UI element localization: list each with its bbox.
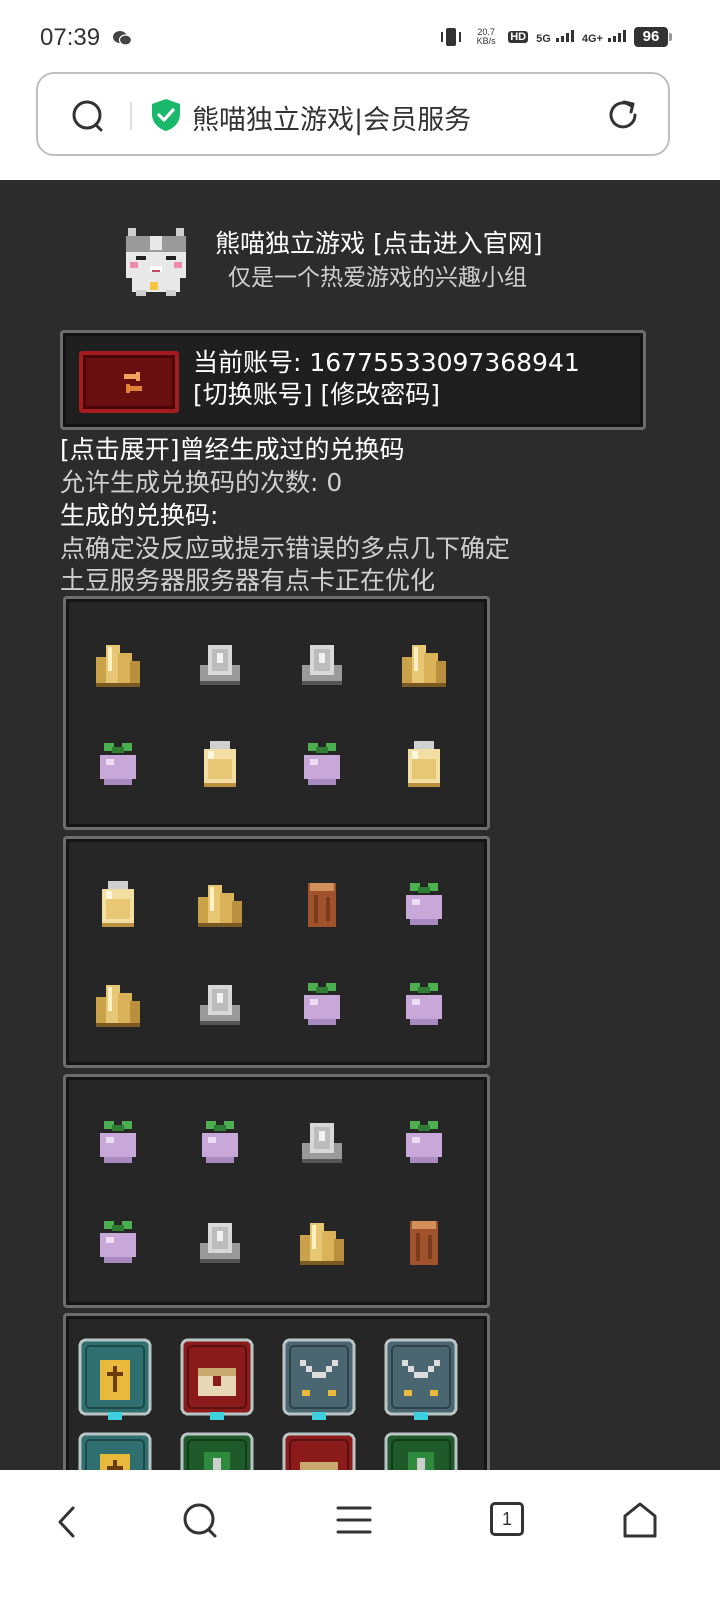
crossed-swords-card-icon xyxy=(282,1338,356,1420)
page-title[interactable]: 熊喵独立游戏|会员服务 xyxy=(192,98,471,137)
wechat-icon xyxy=(113,31,132,46)
reload-icon[interactable] xyxy=(604,96,642,134)
crossed-swords-card-icon xyxy=(384,1338,458,1420)
item-panel xyxy=(63,1074,490,1308)
panda-cat-logo-icon[interactable] xyxy=(122,226,190,298)
secure-shield-icon xyxy=(152,99,180,131)
turnip-icon xyxy=(100,743,136,785)
menu-icon[interactable] xyxy=(334,1500,374,1540)
turnip-icon xyxy=(406,1121,442,1163)
account-panel: 当前账号: 16775533097368941 [切换账号] [修改密码] xyxy=(60,330,646,430)
divider xyxy=(130,102,132,130)
site-subtitle: 仅是一个热爱游戏的兴趣小组 xyxy=(228,265,527,291)
status-bar: 07:39 20.7 KB/s HD 5G 4G+ 96 xyxy=(0,0,720,70)
back-icon[interactable] xyxy=(48,1502,88,1542)
wood-log-icon xyxy=(308,883,336,927)
gold-crystal-icon xyxy=(198,885,242,927)
home-icon[interactable] xyxy=(620,1500,660,1540)
turnip-icon xyxy=(100,1121,136,1163)
search-icon[interactable] xyxy=(180,1500,220,1540)
turnip-icon xyxy=(100,1221,136,1263)
network-speed: 20.7 KB/s xyxy=(476,27,496,46)
change-password-link[interactable]: [修改密码] xyxy=(320,380,440,409)
battery-icon: 96 xyxy=(634,27,672,47)
holy-book-card-icon xyxy=(78,1338,152,1420)
turnip-icon xyxy=(406,983,442,1025)
hint-server: 土豆服务器服务器有点卡正在优化 xyxy=(60,566,436,595)
switch-account-link[interactable]: [切换账号] xyxy=(193,380,313,409)
turnip-icon xyxy=(304,743,340,785)
status-icons: 20.7 KB/s HD 5G 4G+ 96 xyxy=(438,26,672,48)
signal-bars-icon xyxy=(555,29,574,42)
jar-icon xyxy=(102,881,134,927)
turnip-icon xyxy=(202,1121,238,1163)
swap-icon xyxy=(124,372,142,393)
current-account: 当前账号: 16775533097368941 xyxy=(193,348,580,377)
stone-ore-icon xyxy=(200,645,240,685)
expand-history-link[interactable]: [点击展开]曾经生成过的兑换码 xyxy=(60,430,405,466)
clock: 07:39 xyxy=(40,24,101,51)
signal-bars-icon xyxy=(608,29,626,42)
sim1-network: 5G xyxy=(536,29,574,45)
turnip-icon xyxy=(406,883,442,925)
turnip-icon xyxy=(304,983,340,1025)
sim2-network: 4G+ xyxy=(582,29,626,45)
jar-icon xyxy=(408,741,440,787)
stone-ore-icon xyxy=(200,985,240,1025)
allowed-count: 允许生成兑换码的次数: 0 xyxy=(60,468,343,497)
wood-log-icon xyxy=(410,1221,438,1265)
search-icon[interactable] xyxy=(70,98,106,134)
stone-ore-icon xyxy=(302,1123,342,1163)
vibrate-icon xyxy=(441,28,462,46)
stone-ore-icon xyxy=(302,645,342,685)
treasure-chest-card-icon xyxy=(180,1338,254,1420)
site-title-link[interactable]: 熊喵独立游戏 [点击进入官网] xyxy=(215,224,542,260)
gold-crystal-icon xyxy=(96,985,140,1027)
jar-icon xyxy=(204,741,236,787)
address-bar[interactable]: 熊喵独立游戏|会员服务 xyxy=(36,72,670,156)
hd-voice-badge: HD xyxy=(508,31,529,43)
generated-code-label: 生成的兑换码: xyxy=(60,501,219,530)
hint-retry: 点确定没反应或提示错误的多点几下确定 xyxy=(60,534,511,563)
item-panel xyxy=(63,836,490,1068)
account-actions: [切换账号] [修改密码] xyxy=(193,375,440,411)
switch-account-button[interactable] xyxy=(79,351,179,413)
item-panel xyxy=(63,596,490,830)
bottom-nav: 1 xyxy=(0,1470,720,1600)
gold-crystal-icon xyxy=(96,645,140,687)
gold-crystal-icon xyxy=(402,645,446,687)
stone-ore-icon xyxy=(200,1223,240,1263)
tab-count: 1 xyxy=(501,1509,512,1529)
gold-crystal-icon xyxy=(300,1223,344,1265)
tabs-button[interactable]: 1 xyxy=(490,1502,524,1536)
